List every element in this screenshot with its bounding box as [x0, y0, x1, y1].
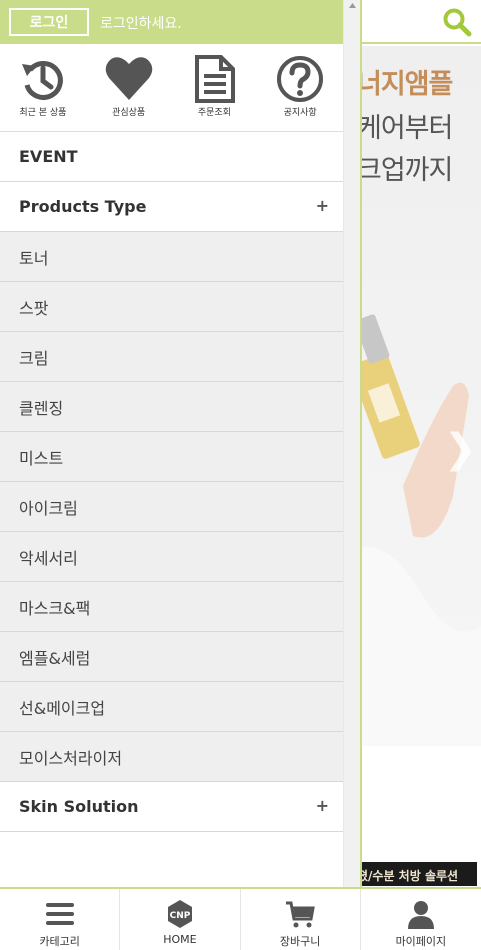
svg-text:CNP: CNP — [170, 911, 191, 921]
login-bar: 로그인 로그인하세요. — [0, 0, 343, 44]
quick-link-wishlist[interactable]: 관심상품 — [86, 44, 172, 131]
cnp-logo-icon: CNP — [167, 900, 192, 928]
expand-icon[interactable]: + — [316, 796, 329, 815]
quick-link-label: 주문조회 — [197, 108, 231, 118]
menu-label: 미스트 — [19, 448, 64, 468]
menu-skin-solution[interactable]: Skin Solution + — [0, 782, 343, 832]
menu-label: 선&메이크업 — [19, 698, 106, 718]
side-drawer: 로그인 로그인하세요. 최근 본 상품 관심상품 주문조회 공지사항 EVENT… — [0, 0, 343, 887]
search-icon[interactable] — [442, 7, 472, 37]
menu-label: 마스크&팩 — [19, 598, 91, 618]
menu-label: Products Type — [19, 197, 147, 216]
quick-link-label: 최근 본 상품 — [19, 108, 67, 118]
quick-link-orders[interactable]: 주문조회 — [172, 44, 258, 131]
tab-mypage[interactable]: 마이페이지 — [361, 889, 481, 950]
drawer-scrollbar[interactable] — [343, 0, 360, 887]
menu-category-item[interactable]: 악세서리 — [0, 532, 343, 582]
menu-label: EVENT — [19, 147, 78, 166]
quick-link-recent[interactable]: 최근 본 상품 — [0, 44, 86, 131]
tab-category[interactable]: 카테고리 — [0, 889, 121, 950]
menu-category-item[interactable]: 아이크림 — [0, 482, 343, 532]
bottom-tab-bar: 카테고리 CNP HOME 장바구니 마이페이지 — [0, 887, 481, 950]
menu-label: 토너 — [19, 248, 49, 268]
cart-icon — [286, 901, 315, 928]
login-message: 로그인하세요. — [100, 16, 182, 32]
drawer-divider — [360, 0, 362, 887]
menu-category-item[interactable]: 모이스처라이저 — [0, 732, 343, 782]
tab-label: 마이페이지 — [395, 935, 447, 948]
user-icon — [407, 901, 434, 929]
menu-label: 스팟 — [19, 298, 49, 318]
tab-label: 카테고리 — [39, 935, 80, 948]
banner-next-icon[interactable]: ❯ — [443, 426, 477, 472]
menu-label: 모이스처라이저 — [19, 748, 123, 768]
question-icon — [277, 56, 324, 102]
heart-icon — [105, 57, 152, 100]
tab-cart[interactable]: 장바구니 — [241, 889, 361, 950]
document-icon — [195, 55, 236, 103]
banner-line: 케어부터 — [357, 113, 453, 144]
tab-label: HOME — [163, 933, 197, 946]
expand-icon[interactable]: + — [316, 196, 329, 215]
history-icon — [21, 61, 63, 100]
menu-label: Skin Solution — [19, 797, 139, 816]
banner-line: 너지앰플 — [357, 69, 453, 100]
menu-category-item[interactable]: 클렌징 — [0, 382, 343, 432]
menu-label: 크림 — [19, 348, 49, 368]
menu-category-item[interactable]: 미스트 — [0, 432, 343, 482]
menu-category-item[interactable]: 크림 — [0, 332, 343, 382]
menu-category-item[interactable]: 토너 — [0, 232, 343, 282]
quick-link-notice[interactable]: 공지사항 — [257, 44, 343, 131]
product-model-image — [343, 314, 481, 746]
menu-label: 엠플&세럼 — [19, 648, 91, 668]
quick-links: 최근 본 상품 관심상품 주문조회 공지사항 — [0, 44, 343, 132]
menu-products-type[interactable]: Products Type + — [0, 182, 343, 232]
menu-category-item[interactable]: 스팟 — [0, 282, 343, 332]
quick-link-label: 공지사항 — [283, 108, 317, 118]
menu-icon — [45, 903, 74, 925]
menu-category-item[interactable]: 엠플&세럼 — [0, 632, 343, 682]
login-button[interactable]: 로그인 — [9, 8, 89, 36]
tab-label: 장바구니 — [279, 935, 321, 948]
menu-label: 악세서리 — [19, 548, 78, 568]
menu-category-item[interactable]: 마스크&팩 — [0, 582, 343, 632]
quick-link-label: 관심상품 — [112, 108, 146, 118]
menu-label: 아이크림 — [19, 498, 78, 518]
menu-event[interactable]: EVENT — [0, 132, 343, 182]
menu-category-item[interactable]: 선&메이크업 — [0, 682, 343, 732]
banner-line: 크업까지 — [357, 155, 453, 186]
promo-strip[interactable]: 졌/수분 처방 솔루션 — [343, 862, 477, 886]
tab-home[interactable]: CNP HOME — [120, 889, 241, 950]
scroll-up-icon[interactable] — [348, 2, 357, 10]
menu-label: 클렌징 — [19, 398, 64, 418]
hero-banner[interactable]: 너지앰플 케어부터 크업까지 ❯ — [343, 46, 481, 746]
